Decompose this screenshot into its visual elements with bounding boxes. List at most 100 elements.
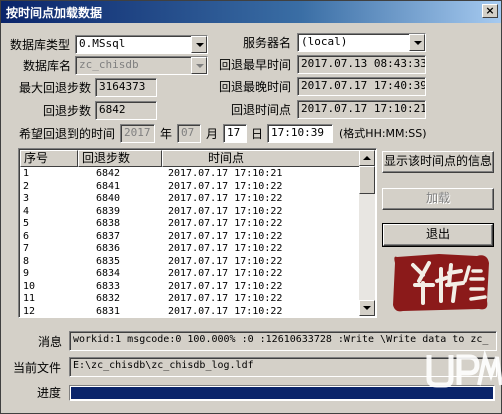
row-index: 12	[23, 305, 36, 317]
row-time: 2017.07.17 17:10:22	[168, 255, 283, 267]
timepoint-list[interactable]: 序号 回退步数 时间点 1 6842 2017.07.17 17:10:21 2 684…	[18, 148, 377, 318]
watermark-logo	[426, 349, 502, 388]
row-time: 2017.07.17 17:10:22	[168, 305, 283, 317]
row-time: 2017.07.17 17:10:22	[168, 243, 283, 254]
scroll-up-icon[interactable]	[359, 150, 375, 166]
row-steps: 6831	[96, 305, 121, 317]
row-time: 2017.07.17 17:10:22	[168, 193, 283, 204]
row-index: 4	[23, 205, 30, 217]
db-name-label: 数据库名	[23, 59, 72, 73]
row-index: 11	[23, 293, 36, 304]
day-input[interactable]: 17	[223, 124, 247, 143]
chevron-down-icon[interactable]	[191, 36, 207, 53]
chevron-down-icon[interactable]	[191, 57, 207, 74]
table-row[interactable]: 11 6832 2017.07.17 17:10:22	[20, 293, 360, 306]
table-row[interactable]: 6 6837 2017.07.17 17:10:22	[20, 231, 360, 244]
row-steps: 6838	[96, 218, 121, 229]
db-name-select[interactable]: zc_chisdb	[75, 56, 208, 75]
chevron-down-icon[interactable]	[409, 34, 425, 51]
row-index: 8	[23, 255, 30, 267]
db-type-value: 0.MSsql	[79, 37, 126, 50]
row-index: 2	[23, 180, 30, 192]
db-name-value: zc_chisdb	[79, 58, 139, 71]
steps-label: 回退步数	[43, 104, 92, 118]
row-time: 2017.07.17 17:10:22	[168, 218, 283, 229]
exit-button[interactable]: 退出	[382, 223, 494, 247]
load-button[interactable]: 加载	[382, 188, 494, 210]
close-button[interactable]: ×	[482, 4, 498, 18]
row-steps: 6836	[96, 243, 121, 254]
table-row[interactable]: 5 6838 2017.07.17 17:10:22	[20, 218, 360, 231]
row-steps: 6832	[96, 293, 121, 304]
list-rows: 1 6842 2017.07.17 17:10:21 2 6841 2017.07.17 …	[20, 168, 360, 318]
steps-field: 6842	[95, 101, 157, 120]
server-value: (local)	[301, 35, 348, 48]
row-steps: 6840	[96, 193, 121, 204]
year-input[interactable]: 2017	[120, 124, 155, 143]
row-time: 2017.07.17 17:10:22	[168, 268, 283, 279]
row-time: 2017.07.17 17:10:22	[168, 205, 283, 217]
month-unit: 月	[206, 127, 219, 141]
day-unit: 日	[251, 127, 264, 141]
max-steps-field: 3164373	[95, 78, 157, 97]
server-label: 服务器名	[243, 36, 292, 50]
row-index: 10	[23, 280, 36, 292]
show-info-button[interactable]: 显示该时间点的信息	[382, 151, 494, 173]
row-steps: 6837	[96, 230, 121, 242]
row-index: 6	[23, 230, 30, 242]
column-header-index[interactable]: 序号	[20, 150, 78, 167]
load-by-timepoint-window: 按时间点加载数据 × 数据库类型 0.MSsql 服务器名 (local) 数据…	[0, 0, 502, 414]
year-unit: 年	[160, 127, 173, 141]
column-header-time[interactable]: 时间点	[162, 150, 360, 167]
row-time: 2017.07.17 17:10:22	[168, 230, 283, 242]
latest-time-field: 2017.07.17 17:40:39	[297, 77, 426, 96]
window-title: 按时间点加载数据	[6, 6, 103, 20]
earliest-time-field: 2017.07.13 08:43:33	[297, 55, 426, 74]
table-row[interactable]: 10 6833 2017.07.17 17:10:22	[20, 281, 360, 294]
row-time: 2017.07.17 17:10:22	[168, 180, 283, 192]
db-type-label: 数据库类型	[10, 38, 71, 52]
table-row[interactable]: 4 6839 2017.07.17 17:10:22	[20, 206, 360, 219]
row-steps: 6841	[96, 180, 121, 192]
server-select[interactable]: (local)	[297, 33, 426, 52]
row-steps: 6834	[96, 268, 121, 279]
row-time: 2017.07.17 17:10:22	[168, 293, 283, 304]
table-row[interactable]: 12 6831 2017.07.17 17:10:22	[20, 305, 360, 318]
db-type-select[interactable]: 0.MSsql	[75, 35, 208, 54]
scroll-down-icon[interactable]	[359, 300, 375, 316]
title-bar[interactable]: 按时间点加载数据 ×	[1, 1, 501, 23]
row-time: 2017.07.17 17:10:21	[168, 168, 283, 179]
time-input[interactable]: 17:10:39	[267, 124, 333, 143]
month-input[interactable]: 07	[177, 124, 201, 143]
scroll-thumb[interactable]	[359, 166, 375, 194]
point-time-label: 回退时间点	[231, 103, 292, 117]
row-steps: 6833	[96, 280, 121, 292]
table-row[interactable]: 3 6840 2017.07.17 17:10:22	[20, 193, 360, 206]
table-row[interactable]: 1 6842 2017.07.17 17:10:21	[20, 168, 360, 181]
earliest-time-label: 回退最早时间	[219, 58, 292, 72]
row-time: 2017.07.17 17:10:22	[168, 280, 283, 292]
message-label: 消息	[38, 335, 63, 349]
table-row[interactable]: 9 6834 2017.07.17 17:10:22	[20, 268, 360, 281]
latest-time-label: 回退最晚时间	[219, 80, 292, 94]
table-row[interactable]: 7 6836 2017.07.17 17:10:22	[20, 243, 360, 256]
vertical-scrollbar[interactable]	[359, 150, 375, 316]
column-header-steps[interactable]: 回退步数	[78, 150, 162, 167]
row-steps: 6842	[96, 168, 121, 179]
progress-label: 进度	[37, 386, 62, 400]
row-index: 1	[23, 168, 30, 179]
row-index: 5	[23, 218, 30, 229]
seal-logo	[393, 254, 489, 312]
row-steps: 6835	[96, 255, 121, 267]
list-header: 序号 回退步数 时间点	[20, 150, 360, 167]
max-steps-label: 最大回退步数	[19, 81, 92, 95]
row-index: 7	[23, 243, 30, 254]
table-row[interactable]: 8 6835 2017.07.17 17:10:22	[20, 256, 360, 269]
row-index: 9	[23, 268, 30, 279]
row-index: 3	[23, 193, 30, 204]
table-row[interactable]: 2 6841 2017.07.17 17:10:22	[20, 181, 360, 194]
row-steps: 6839	[96, 205, 121, 217]
target-time-label: 希望回退到的时间	[19, 127, 116, 141]
point-time-field: 2017.07.17 17:10:21	[297, 100, 426, 119]
current-file-label: 当前文件	[13, 361, 62, 375]
